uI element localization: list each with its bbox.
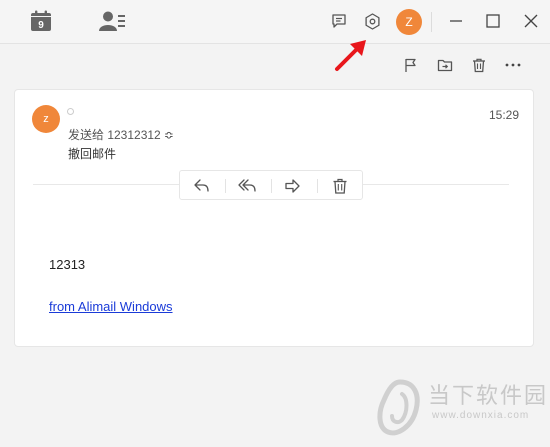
minimize-icon[interactable] [448, 13, 464, 29]
contacts-icon[interactable] [99, 10, 127, 32]
recipient-info[interactable]: 发送给 12312312 ≎ [68, 126, 174, 143]
more-icon[interactable] [503, 57, 523, 73]
annotation-arrow-icon [332, 38, 370, 79]
message-time: 15:29 [488, 108, 519, 122]
toolbar-separator [317, 179, 318, 193]
avatar-letter: Z [405, 15, 413, 29]
reply-all-icon[interactable] [238, 177, 258, 195]
sender-avatar: z [32, 105, 60, 133]
watermark-logo-icon [377, 379, 420, 436]
title-bar: 9 Z [0, 0, 550, 44]
status-dot [67, 108, 74, 115]
sender-avatar-letter: z [43, 113, 49, 125]
watermark-url: www.downxia.com [432, 410, 530, 421]
delete-message-icon[interactable] [331, 177, 349, 195]
watermark-text: 当下软件园 [428, 383, 549, 408]
close-icon[interactable] [523, 13, 539, 29]
toolbar-separator [271, 179, 272, 193]
reply-icon[interactable] [193, 177, 211, 195]
signature-link[interactable]: from Alimail Windows [49, 299, 173, 314]
forward-icon[interactable] [284, 177, 302, 195]
move-to-folder-icon[interactable] [437, 57, 453, 73]
reply-toolbar [179, 170, 363, 200]
gear-icon[interactable] [364, 13, 381, 30]
message-body: 12313 [49, 257, 86, 272]
maximize-icon[interactable] [485, 13, 501, 29]
flag-icon[interactable] [402, 57, 418, 73]
toolbar-separator [225, 179, 226, 193]
user-avatar[interactable]: Z [396, 9, 422, 35]
calendar-day: 9 [38, 20, 44, 31]
message-card: z 发送给 12312312 ≎ 撤回邮件 15:29 12313 from A… [14, 89, 534, 347]
watermark: 当下软件园 www.downxia.com [376, 374, 546, 444]
recall-message-link[interactable]: 撤回邮件 [68, 145, 116, 162]
delete-icon[interactable] [471, 57, 487, 73]
chat-icon[interactable] [331, 13, 347, 29]
title-divider [431, 12, 432, 32]
calendar-icon[interactable]: 9 [30, 10, 52, 32]
